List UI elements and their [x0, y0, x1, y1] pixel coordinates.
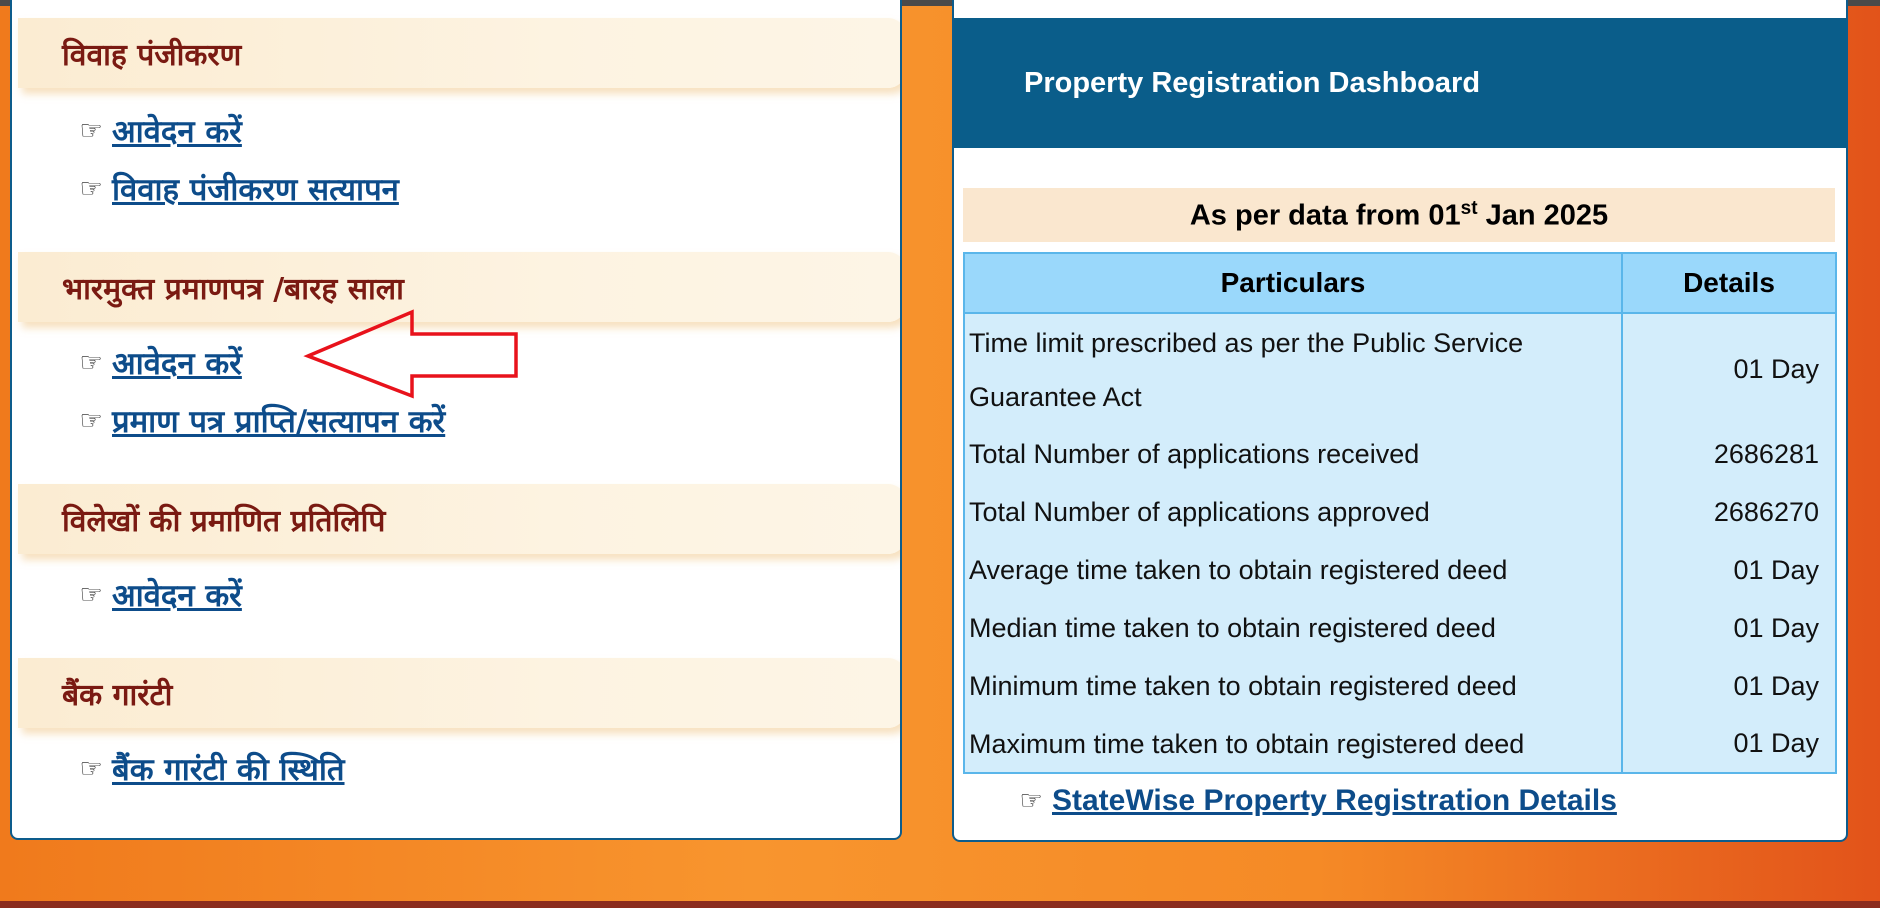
dashboard-panel: Property Registration Dashboard As per d…	[952, 0, 1848, 842]
particular-cell: Average time taken to obtain registered …	[964, 541, 1623, 599]
annotation-arrow	[303, 309, 518, 399]
table-row: Maximum time taken to obtain registered …	[964, 715, 1836, 773]
link-text[interactable]: आवेदन करें	[112, 110, 242, 152]
table-row: Total Number of applications received 26…	[964, 425, 1836, 483]
dashboard-table: Particulars Details Time limit prescribe…	[963, 252, 1837, 774]
pointing-hand-icon: ☞	[79, 754, 103, 784]
detail-cell: 01 Day	[1733, 728, 1819, 758]
dashboard-title: Property Registration Dashboard	[1024, 66, 1481, 99]
detail-cell: 2686270	[1713, 496, 1819, 527]
table-row: Average time taken to obtain registered …	[964, 541, 1836, 599]
link-encumbrance-apply[interactable]: ☞ आवेदन करें	[76, 340, 242, 386]
link-text[interactable]: आवेदन करें	[112, 342, 242, 384]
particular-cell: Minimum time taken to obtain registered …	[964, 657, 1623, 715]
link-certified-copy-apply[interactable]: ☞ आवेदन करें	[76, 572, 242, 618]
particular-cell: Time limit prescribed as per the Public …	[964, 313, 1623, 425]
link-text[interactable]: बैंक गारंटी की स्थिति	[112, 748, 345, 790]
data-date-text: As per data from 01st Jan 2025	[1189, 197, 1609, 232]
link-marriage-verification[interactable]: ☞ विवाह पंजीकरण सत्यापन	[76, 166, 399, 212]
link-text[interactable]: विवाह पंजीकरण सत्यापन	[112, 168, 399, 210]
section-title: विलेखों की प्रमाणित प्रतिलिपि	[62, 503, 386, 539]
dashboard-header: Property Registration Dashboard	[954, 18, 1846, 148]
statewise-details-link[interactable]: ☞ StateWise Property Registration Detail…	[1016, 778, 1617, 824]
detail-cell: 01 Day	[1733, 554, 1819, 585]
particular-cell: Median time taken to obtain registered d…	[964, 599, 1623, 657]
link-text[interactable]: प्रमाण पत्र प्राप्ति/सत्यापन करें	[112, 400, 445, 442]
pointing-hand-icon: ☞	[79, 580, 103, 610]
data-date-banner: As per data from 01st Jan 2025	[963, 188, 1835, 242]
detail-cell: 01 Day	[1733, 670, 1819, 701]
pointing-hand-icon: ☞	[79, 348, 103, 378]
section-title: बैंक गारंटी	[62, 677, 173, 713]
column-header-particulars: Particulars	[963, 252, 1623, 314]
column-header-details: Details	[1621, 252, 1837, 314]
link-bank-guarantee-status[interactable]: ☞ बैंक गारंटी की स्थिति	[76, 746, 345, 792]
table-row: Time limit prescribed as per the Public …	[964, 313, 1836, 425]
table-row: Total Number of applications approved 26…	[964, 483, 1836, 541]
services-panel: विवाह पंजीकरण ☞ आवेदन करें ☞ विवाह पंजीक…	[10, 0, 902, 840]
table-row: Median time taken to obtain registered d…	[964, 599, 1836, 657]
section-header-certified-copy: विलेखों की प्रमाणित प्रतिलिपि	[18, 484, 900, 554]
link-marriage-apply[interactable]: ☞ आवेदन करें	[76, 108, 242, 154]
pointing-hand-icon: ☞	[79, 406, 103, 436]
link-text[interactable]: आवेदन करें	[112, 574, 242, 616]
section-header-marriage-registration: विवाह पंजीकरण	[18, 18, 900, 88]
table-row: Minimum time taken to obtain registered …	[964, 657, 1836, 715]
bottom-bar	[0, 901, 1880, 908]
pointing-hand-icon: ☞	[1019, 786, 1043, 816]
particular-cell: Total Number of applications approved	[964, 483, 1623, 541]
particular-cell: Total Number of applications received	[964, 425, 1623, 483]
link-text[interactable]: StateWise Property Registration Details	[1052, 784, 1617, 818]
pointing-hand-icon: ☞	[79, 174, 103, 204]
link-certificate-verification[interactable]: ☞ प्रमाण पत्र प्राप्ति/सत्यापन करें	[76, 398, 445, 444]
detail-cell: 2686281	[1713, 438, 1819, 469]
section-title: भारमुक्त प्रमाणपत्र /बारह साला	[62, 271, 404, 307]
section-header-bank-guarantee: बैंक गारंटी	[18, 658, 900, 728]
pointing-hand-icon: ☞	[79, 116, 103, 146]
section-title: विवाह पंजीकरण	[62, 37, 242, 73]
detail-cell: 01 Day	[1733, 612, 1819, 643]
detail-cell: 01 Day	[1733, 354, 1819, 384]
particular-cell: Maximum time taken to obtain registered …	[964, 715, 1623, 773]
